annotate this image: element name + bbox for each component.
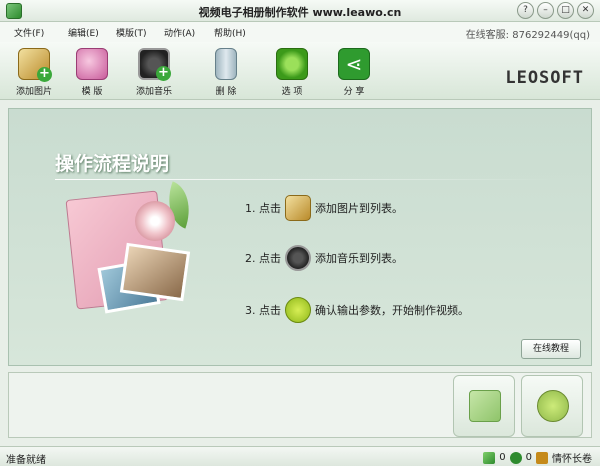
close-button[interactable]: ✕ (577, 2, 594, 19)
delete-button[interactable]: 删 除 (198, 48, 254, 97)
online-support: 在线客服: 876292449(qq) (465, 30, 590, 41)
rose-decoration (135, 201, 175, 241)
status-bar: 准备就绪 0 0 情怀长卷 (0, 446, 600, 466)
step-1: 1. 点击 添加图片到列表。 (245, 195, 403, 221)
template-icon (76, 48, 108, 80)
photo-album-illustration (61, 181, 221, 335)
toolbar: 添加图片 模 版 添加音乐 删 除 选 项 ⋖ 分 享 LEOSOFT (0, 42, 600, 100)
help-button[interactable]: ? (517, 2, 534, 19)
step-1-text: 添加图片到列表。 (315, 202, 403, 215)
step-2: 2. 点击 添加音乐到列表。 (245, 245, 403, 271)
add-photo-icon[interactable] (285, 195, 311, 221)
image-count: 0 (499, 452, 506, 463)
start-icon[interactable] (285, 297, 311, 323)
step-3-prefix: 3. 点击 (245, 304, 281, 317)
share-icon: ⋖ (338, 48, 370, 80)
status-tip: 情怀长卷 (552, 454, 592, 465)
step-1-prefix: 1. 点击 (245, 202, 281, 215)
minimize-button[interactable]: – (537, 2, 554, 19)
export-button[interactable] (453, 375, 515, 437)
output-panel (8, 372, 592, 438)
music-count: 0 (525, 452, 532, 463)
menu-bar: 文件(F) 编辑(E) 模版(T) 动作(A) 帮助(H) 在线客服: 8762… (0, 22, 600, 42)
template-button[interactable]: 模 版 (64, 48, 120, 97)
add-photo-label: 添加图片 (15, 87, 52, 97)
share-button[interactable]: ⋖ 分 享 (326, 48, 382, 97)
music-count-icon (509, 451, 522, 464)
share-label: 分 享 (343, 87, 365, 97)
options-button[interactable]: 选 项 (264, 48, 320, 97)
trash-icon (215, 48, 237, 80)
image-count-icon (483, 451, 496, 464)
tip-icon (536, 451, 548, 464)
heading-divider (55, 179, 555, 180)
brand-logo: LEOSOFT (505, 68, 584, 88)
title-bar: 视频电子相册制作软件 www.leawo.cn ? – □ ✕ (0, 0, 600, 22)
add-music-label: 添加音乐 (135, 87, 172, 97)
export-icon (469, 390, 501, 422)
menu-action[interactable]: 动作(A) (164, 26, 195, 39)
window-controls: ? – □ ✕ (517, 2, 594, 19)
add-music-icon[interactable] (285, 245, 311, 271)
step-3: 3. 点击 确认输出参数，开始制作视频。 (245, 297, 469, 323)
menu-template[interactable]: 模版(T) (116, 26, 147, 39)
menu-edit[interactable]: 编辑(E) (68, 26, 99, 39)
step-3-text: 确认输出参数，开始制作视频。 (315, 304, 469, 317)
menu-file[interactable]: 文件(F) (14, 26, 44, 39)
status-text: 准备就绪 (6, 455, 46, 466)
delete-label: 删 除 (215, 87, 237, 97)
start-button[interactable] (521, 375, 583, 437)
menu-help[interactable]: 帮助(H) (214, 26, 246, 39)
step-2-text: 添加音乐到列表。 (315, 252, 403, 265)
step-2-prefix: 2. 点击 (245, 252, 281, 265)
maximize-button[interactable]: □ (557, 2, 574, 19)
start-icon (537, 390, 569, 422)
add-photo-icon (18, 48, 52, 82)
template-label: 模 版 (81, 87, 103, 97)
album-photo (119, 242, 191, 302)
gear-icon (276, 48, 308, 80)
instruction-panel: 操作流程说明 1. 点击 添加图片到列表。 2. 点击 添加音乐到列表。 3. … (8, 108, 592, 366)
online-tutorial-button[interactable]: 在线教程 (521, 339, 581, 359)
status-counters: 0 0 情怀长卷 (483, 450, 592, 465)
add-music-icon (138, 48, 171, 81)
options-label: 选 项 (281, 87, 303, 97)
page-title: 操作流程说明 (55, 153, 170, 175)
add-music-button[interactable]: 添加音乐 (126, 48, 182, 97)
window-title: 视频电子相册制作软件 www.leawo.cn (198, 6, 402, 19)
add-photo-button[interactable]: 添加图片 (6, 48, 62, 97)
